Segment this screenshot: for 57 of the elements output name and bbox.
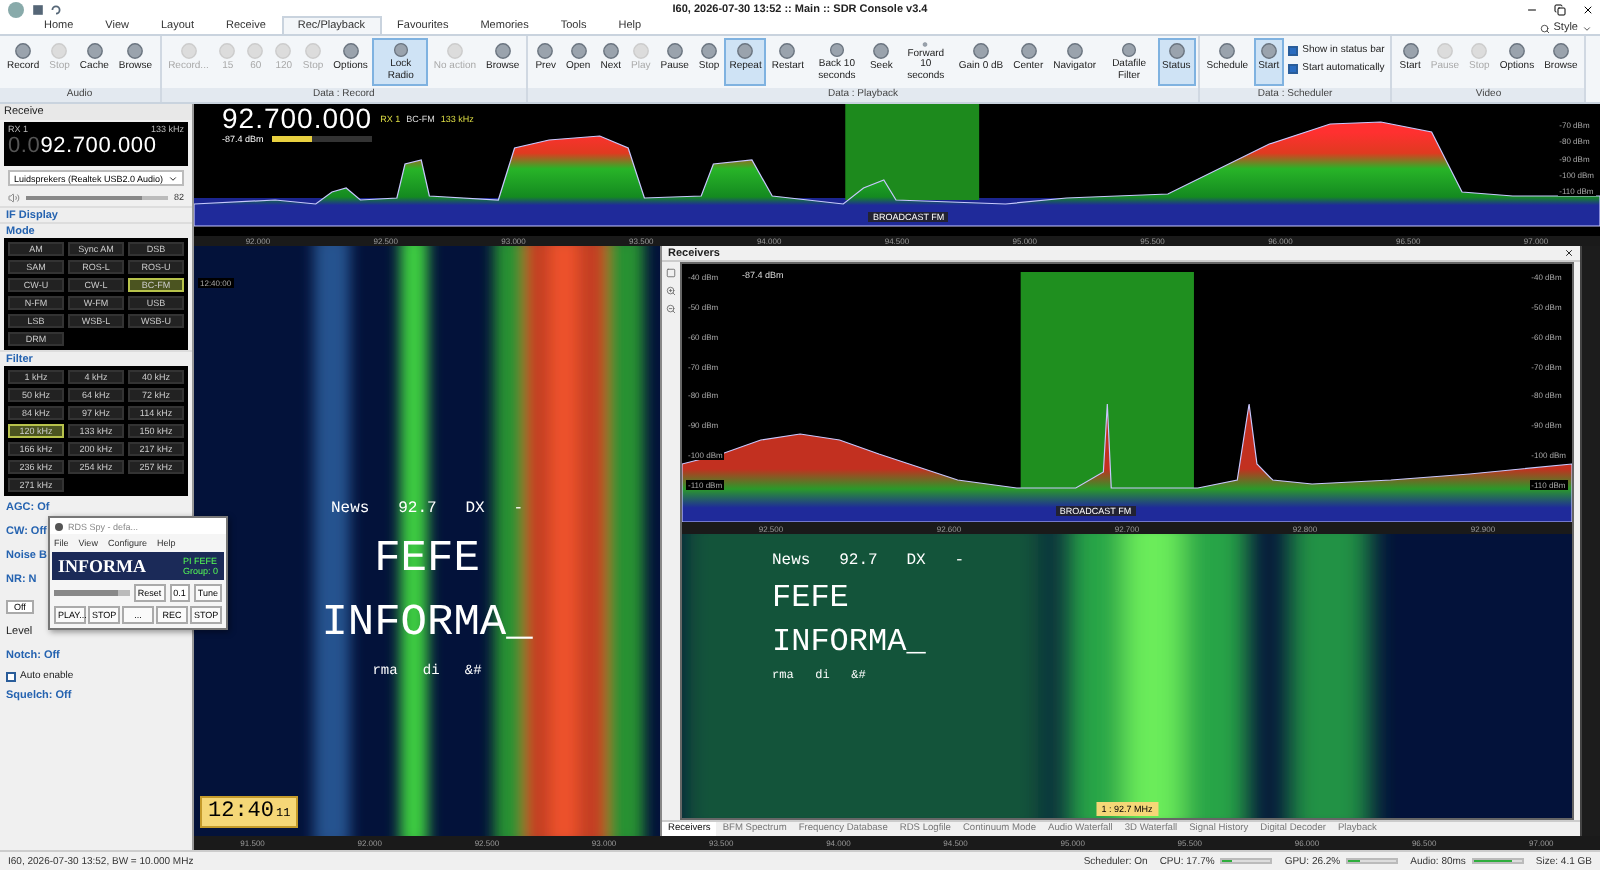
circle-icon	[1435, 42, 1454, 60]
circle-icon	[1259, 42, 1278, 60]
circle-icon	[872, 42, 891, 60]
zoom-in-icon[interactable]	[666, 286, 676, 296]
zoom-out-icon[interactable]	[666, 304, 676, 314]
circle-icon	[1470, 42, 1489, 60]
undo-icon	[50, 4, 62, 16]
station-name: INFORMA	[58, 556, 146, 576]
circle-icon	[536, 42, 555, 60]
circle-icon	[218, 42, 237, 60]
circle-icon	[700, 42, 719, 60]
frequency-value: 92.700.000	[222, 104, 373, 134]
circle-icon	[274, 42, 293, 60]
station-name: INFORMA_	[772, 626, 926, 658]
circle-icon	[1065, 42, 1084, 60]
circle-icon	[665, 42, 684, 60]
caret-icon	[1582, 23, 1592, 33]
circle-icon	[569, 42, 588, 60]
circle-icon	[445, 42, 464, 60]
circle-icon	[1167, 42, 1186, 60]
checkbox[interactable]	[1288, 63, 1299, 73]
circle-icon	[50, 42, 69, 60]
restore-icon[interactable]	[1554, 4, 1566, 16]
checkbox[interactable]	[6, 671, 16, 681]
circle-icon	[778, 42, 797, 60]
circle-icon	[631, 42, 650, 60]
circle-icon	[972, 42, 990, 60]
circle-icon	[341, 42, 360, 60]
circle-icon	[14, 42, 33, 60]
clock-time: 12:40	[208, 800, 275, 824]
close-icon[interactable]	[1582, 4, 1594, 16]
circle-icon	[85, 42, 104, 60]
circle-icon	[1401, 42, 1420, 60]
circle-icon	[601, 42, 620, 60]
square-icon[interactable]	[666, 268, 676, 278]
circle-icon	[1019, 42, 1038, 60]
circle-icon	[736, 42, 755, 60]
minimize-icon[interactable]	[1526, 4, 1538, 16]
circle-icon	[1551, 42, 1570, 60]
station-name: FEFE	[772, 582, 849, 614]
circle-icon	[493, 42, 512, 60]
circle-icon	[304, 42, 322, 60]
circle-icon	[1507, 42, 1526, 60]
circle-icon	[126, 42, 145, 60]
speaker-icon[interactable]	[8, 191, 20, 203]
circle-icon	[827, 42, 846, 58]
circle-icon	[246, 42, 265, 60]
caret-icon	[168, 173, 178, 183]
checkbox[interactable]	[1288, 45, 1299, 55]
circle-icon	[1218, 42, 1237, 60]
frequency-value: 0.092.700.000	[8, 134, 159, 158]
app-logo-icon	[6, 0, 26, 20]
search-icon[interactable]	[1539, 23, 1550, 33]
circle-icon	[1120, 42, 1139, 58]
circle-icon	[179, 42, 198, 60]
rds-text: News 92.7 DX -	[772, 554, 965, 570]
circle-icon	[391, 42, 410, 58]
